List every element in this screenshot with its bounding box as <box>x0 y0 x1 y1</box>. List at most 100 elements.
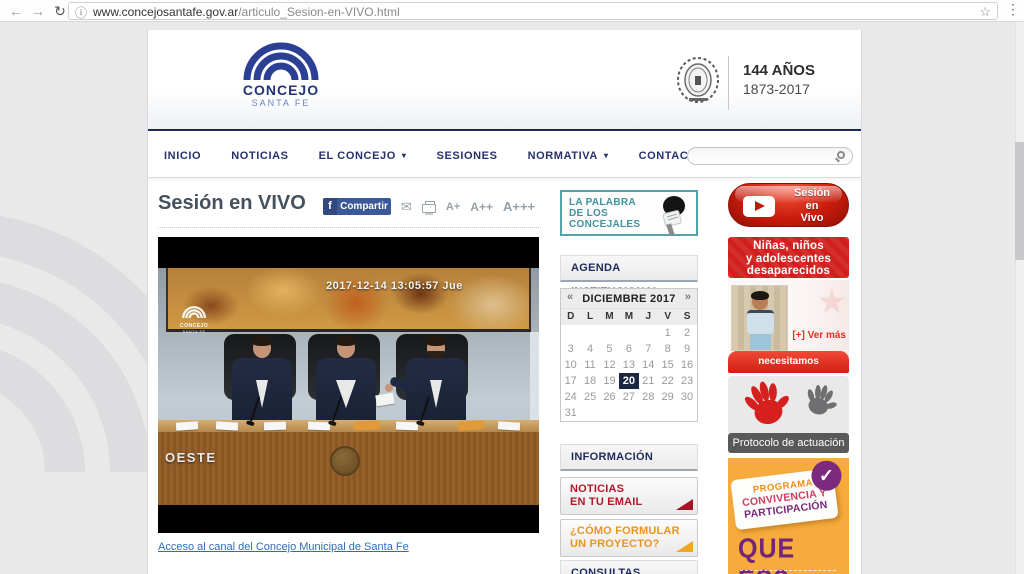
calendar-day[interactable]: 27 <box>619 389 638 405</box>
email-icon[interactable]: ✉ <box>401 199 412 215</box>
desk-paper <box>175 421 199 431</box>
nav-item-sesiones[interactable]: SESIONES <box>437 150 498 162</box>
facebook-share-button[interactable]: f Compartir <box>323 198 391 215</box>
como-formular-proyecto-button[interactable]: ¿CÓMO FORMULAR UN PROYECTO? <box>560 519 698 557</box>
address-bar[interactable]: ⓘ www.concejosantafe.gov.ar/articulo_Ses… <box>68 2 998 20</box>
calendar-day[interactable]: 26 <box>600 389 619 405</box>
noticias-email-button[interactable]: NOTICIAS EN TU EMAIL <box>560 477 698 515</box>
print-icon[interactable] <box>421 200 436 215</box>
logo-title: CONCEJO <box>242 82 320 98</box>
council-member-right <box>385 336 466 420</box>
calendar-day[interactable]: 2 <box>677 325 696 341</box>
page-background: CONCEJO SANTA FE 144 AÑOS 1873-2017 INIC… <box>0 22 1024 574</box>
microphone-icon <box>662 196 685 236</box>
ver-mas-link[interactable]: [+] Ver más <box>792 330 846 341</box>
calendar-day[interactable]: 20 <box>619 373 639 389</box>
logo-arcs-icon <box>243 42 319 80</box>
person-head <box>252 336 272 358</box>
calendar-day[interactable]: 19 <box>600 373 619 389</box>
page-info-icon[interactable]: ⓘ <box>75 4 87 21</box>
calendar-day[interactable]: 5 <box>600 341 619 357</box>
palabra-concejales-banner[interactable]: LA PALABRA DE LOS CONCEJALES <box>560 190 698 236</box>
nav-item-el-concejo[interactable]: EL CONCEJO ▾ <box>319 150 407 162</box>
nav-item-inicio[interactable]: INICIO <box>164 150 201 162</box>
calendar-day-header: V <box>664 311 671 322</box>
calendar-header: « DICIEMBRE 2017 » <box>561 289 697 309</box>
bookmark-icon[interactable]: ☆ <box>979 4 991 20</box>
paper-sheet <box>375 392 395 407</box>
calendar-day[interactable]: 15 <box>658 357 677 373</box>
desk-emblem <box>330 446 360 476</box>
reload-icon[interactable]: ↻ <box>50 1 70 21</box>
search-input[interactable] <box>698 149 828 163</box>
calendar-day[interactable]: 3 <box>561 341 580 357</box>
scrollbar-thumb[interactable] <box>1015 142 1024 260</box>
protocolo-actuacion-bar[interactable]: Protocolo de actuación <box>728 433 849 453</box>
programa-convivencia-card[interactable]: PROGRAMA CONVIVENCIA Y PARTICIPACIÓN ✓ Q… <box>728 458 849 574</box>
channel-access-link[interactable]: Acceso al canal del Concejo Municipal de… <box>158 541 409 553</box>
calendar-next-button[interactable]: » <box>685 291 691 303</box>
calendar-day[interactable]: 10 <box>561 357 580 373</box>
calendar-day-empty <box>658 405 677 421</box>
calendar-day-header: L <box>587 311 594 322</box>
calendar-day[interactable]: 24 <box>561 389 580 405</box>
calendar-day[interactable]: 22 <box>658 373 677 389</box>
url-text: www.concejosantafe.gov.ar/articulo_Sesio… <box>93 5 400 19</box>
desk-paper <box>395 421 419 431</box>
calendar-day-header: M <box>605 311 614 322</box>
forward-icon[interactable]: → <box>28 1 48 21</box>
font-size-small-button[interactable]: A+ <box>446 201 460 213</box>
content-card: CONCEJO SANTA FE 144 AÑOS 1873-2017 INIC… <box>147 30 862 574</box>
calendar-day[interactable]: 6 <box>619 341 638 357</box>
main-nav: INICIO NOTICIAS EL CONCEJO ▾ SESIONES NORMATI… <box>148 133 861 178</box>
calendar-day[interactable]: 4 <box>580 341 599 357</box>
anniversary-years: 144 AÑOS <box>743 62 815 79</box>
calendar-day[interactable]: 11 <box>580 357 599 373</box>
chevron-down-icon: ▾ <box>603 150 609 160</box>
calendar-day[interactable]: 13 <box>619 357 638 373</box>
calendar-day-empty <box>600 405 619 421</box>
site-logo[interactable]: CONCEJO SANTA FE <box>240 36 322 108</box>
calendar-day-empty <box>561 325 580 341</box>
calendar-day[interactable]: 21 <box>639 373 658 389</box>
calendar-day[interactable]: 14 <box>639 357 658 373</box>
calendar-day[interactable]: 28 <box>639 389 658 405</box>
calendar-day[interactable]: 1 <box>658 325 677 341</box>
calendar-day[interactable]: 31 <box>561 405 580 421</box>
nav-item-noticias[interactable]: NOTICIAS <box>231 150 288 162</box>
calendar-day[interactable]: 7 <box>639 341 658 357</box>
missing-child-widget: ★ [+] Ver más necesitamos encontrarlos <box>728 280 849 389</box>
search-icon[interactable] <box>837 151 845 159</box>
protocolo-hands-card[interactable] <box>728 376 849 433</box>
check-icon: ✓ <box>811 460 842 491</box>
browser-menu-icon[interactable]: ⋮ <box>1006 1 1020 18</box>
page-scrollbar[interactable] <box>1015 22 1024 574</box>
live-session-video[interactable]: CONCEJO SANTA FE 2017-12-14 13:05:57 Jue <box>158 237 539 533</box>
camera-label: OESTE <box>165 450 217 465</box>
calendar-day[interactable]: 9 <box>677 341 696 357</box>
desk-paper <box>263 421 287 431</box>
calendar-day[interactable]: 12 <box>600 357 619 373</box>
calendar-day[interactable]: 16 <box>677 357 696 373</box>
nav-item-normativa[interactable]: NORMATIVA ▾ <box>528 150 609 162</box>
missing-child-photo[interactable] <box>731 285 788 351</box>
coat-of-arms-icon <box>677 57 719 103</box>
calendar-day[interactable]: 8 <box>658 341 677 357</box>
font-size-large-button[interactable]: A+++ <box>503 199 535 214</box>
facebook-share-label: Compartir <box>340 201 388 212</box>
calendar-prev-button[interactable]: « <box>567 291 573 303</box>
font-size-medium-button[interactable]: A++ <box>470 200 493 214</box>
missing-children-banner[interactable]: Niñas, niños y adolescentes desaparecido… <box>728 237 849 278</box>
back-icon[interactable]: ← <box>6 1 26 21</box>
calendar-day[interactable]: 23 <box>677 373 696 389</box>
calendar-day[interactable]: 29 <box>658 389 677 405</box>
corner-arrow-icon <box>676 541 693 552</box>
calendar-day[interactable]: 25 <box>580 389 599 405</box>
calendar-day-headers: DLMMJVS <box>561 309 697 325</box>
calendar-day[interactable]: 18 <box>580 373 599 389</box>
calendar-day[interactable]: 17 <box>561 373 580 389</box>
sesion-en-vivo-button[interactable]: Sesión en Vivo <box>728 183 849 227</box>
calendar-day[interactable]: 30 <box>677 389 696 405</box>
necesitamos-encontrarlos-banner[interactable]: necesitamos encontrarlos <box>728 351 849 389</box>
desk-paper <box>307 421 331 431</box>
